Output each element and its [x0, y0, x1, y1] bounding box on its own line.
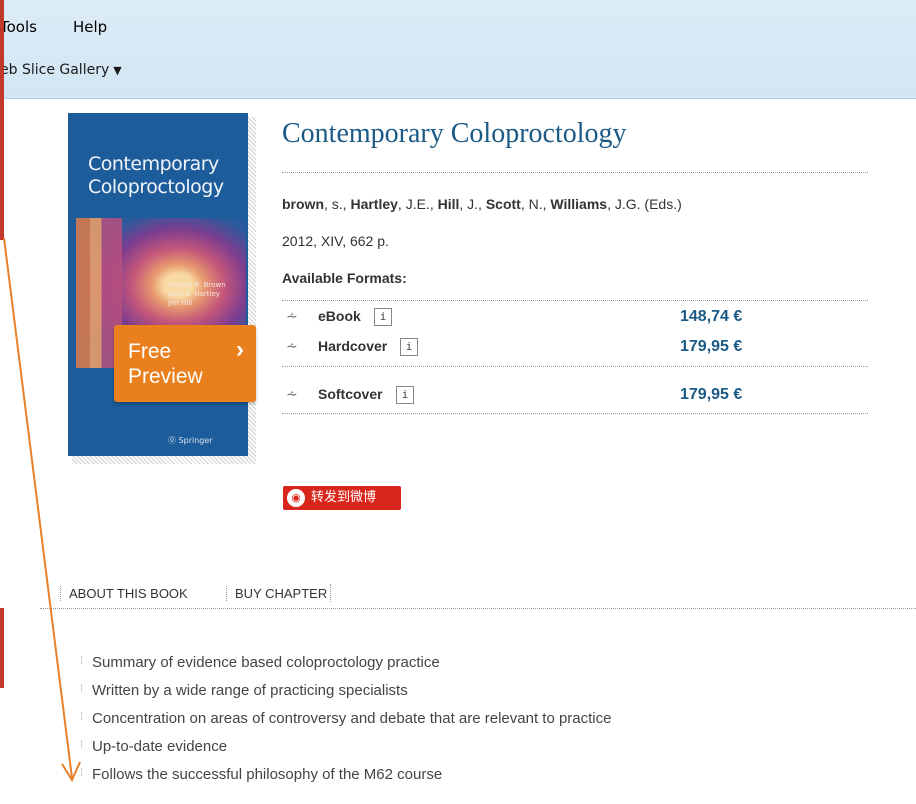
bullet-icon: ⁞ [80, 683, 84, 695]
tab-about-this-book[interactable]: ABOUT THIS BOOK [60, 586, 196, 601]
bullet-icon: ⁞ [80, 767, 84, 779]
editor-initials: , N., [520, 196, 551, 212]
format-price: 179,95 € [680, 338, 743, 355]
info-icon[interactable]: i [374, 308, 392, 326]
editor-link[interactable]: Williams [550, 196, 607, 212]
weibo-share-label: 转发到微博 [311, 490, 377, 505]
expand-icon[interactable]: ⩪ [286, 386, 298, 403]
editor-link[interactable]: Hill [438, 196, 460, 212]
dropdown-caret-icon: ▼ [113, 64, 122, 77]
cover-author: Jim Hill [168, 299, 193, 307]
bullet-icon: ⁞ [80, 655, 84, 667]
editor-initials: , J.E., [397, 196, 438, 212]
web-slice-gallery-label: eb Slice Gallery [0, 62, 110, 78]
editor-initials: , s., [324, 196, 351, 212]
page-title: Contemporary Coloproctology [282, 118, 627, 149]
cover-author: John E. Hartley [168, 290, 220, 298]
divider [282, 413, 868, 414]
chevron-right-icon: › [236, 336, 244, 363]
list-item-text: Up-to-date evidence [92, 738, 228, 755]
menu-help[interactable]: Help [73, 18, 107, 36]
menu-tools[interactable]: Tools [0, 18, 37, 36]
editor-link[interactable]: brown [282, 196, 324, 212]
format-price: 179,95 € [680, 386, 743, 403]
cover-title: Contemporary Coloproctology [88, 153, 224, 198]
editor-initials: , J., [459, 196, 486, 212]
available-formats-label: Available Formats: [282, 270, 407, 286]
expand-icon[interactable]: ⩪ [286, 308, 298, 325]
cover-authors: Steven R. Brown John E. Hartley Jim Hill [168, 281, 248, 308]
divider [282, 172, 868, 173]
page-content: Contemporary Coloproctology Steven R. Br… [0, 98, 916, 804]
format-name: Softcover [318, 386, 383, 402]
favorites-bar: eb Slice Gallery ▼ [0, 62, 122, 88]
divider [282, 300, 868, 301]
format-row-hardcover[interactable]: ⩪ Hardcover i 179,95 € [282, 336, 868, 366]
tab-buy-chapter[interactable]: BUY CHAPTER [226, 586, 335, 601]
book-cover[interactable]: Contemporary Coloproctology Steven R. Br… [68, 113, 248, 456]
bullet-icon: ⁞ [80, 711, 84, 723]
format-price: 148,74 € [680, 308, 743, 325]
editor-link[interactable]: Scott [486, 196, 521, 212]
info-icon[interactable]: i [396, 386, 414, 404]
year-pages: 2012, XIV, 662 p. [282, 233, 389, 249]
tab-bar: ABOUT THIS BOOK BUY CHAPTER [40, 578, 916, 609]
web-slice-gallery-link[interactable]: eb Slice Gallery ▼ [0, 62, 122, 78]
menu-help-label: Help [73, 18, 108, 36]
list-item-text: Summary of evidence based coloproctology… [92, 654, 440, 671]
browser-chrome: Tools Help eb Slice Gallery ▼ [0, 0, 916, 99]
cover-publisher-label: Springer [178, 436, 213, 445]
expand-icon[interactable]: ⩪ [286, 338, 298, 355]
cover-publisher: ⓪ Springer [168, 436, 213, 445]
list-item-text: Follows the successful philosophy of the… [92, 766, 443, 783]
format-name: eBook [318, 308, 361, 324]
bullet-icon: ⁞ [80, 739, 84, 751]
format-name: Hardcover [318, 338, 388, 354]
editors-line: brown, s., Hartley, J.E., Hill, J., Scot… [282, 196, 682, 212]
weibo-icon: ◉ [287, 489, 305, 507]
divider [282, 366, 868, 367]
format-row-softcover[interactable]: ⩪ Softcover i 179,95 € [282, 384, 868, 414]
free-preview-button[interactable]: Free Preview › [114, 325, 256, 402]
weibo-share-button[interactable]: ◉ 转发到微博 [283, 486, 401, 510]
menu-tools-label: Tools [0, 18, 37, 36]
cover-author: Steven R. Brown [168, 281, 226, 289]
list-item-text: Written by a wide range of practicing sp… [92, 682, 408, 699]
list-item-text: Concentration on areas of controversy an… [92, 710, 612, 727]
info-icon[interactable]: i [400, 338, 418, 356]
editor-initials: , J.G. (Eds.) [607, 196, 682, 212]
free-preview-label: Free Preview [128, 340, 203, 388]
tab-separator [330, 584, 347, 602]
format-row-ebook[interactable]: ⩪ eBook i 148,74 € [282, 306, 868, 336]
editor-link[interactable]: Hartley [350, 196, 397, 212]
